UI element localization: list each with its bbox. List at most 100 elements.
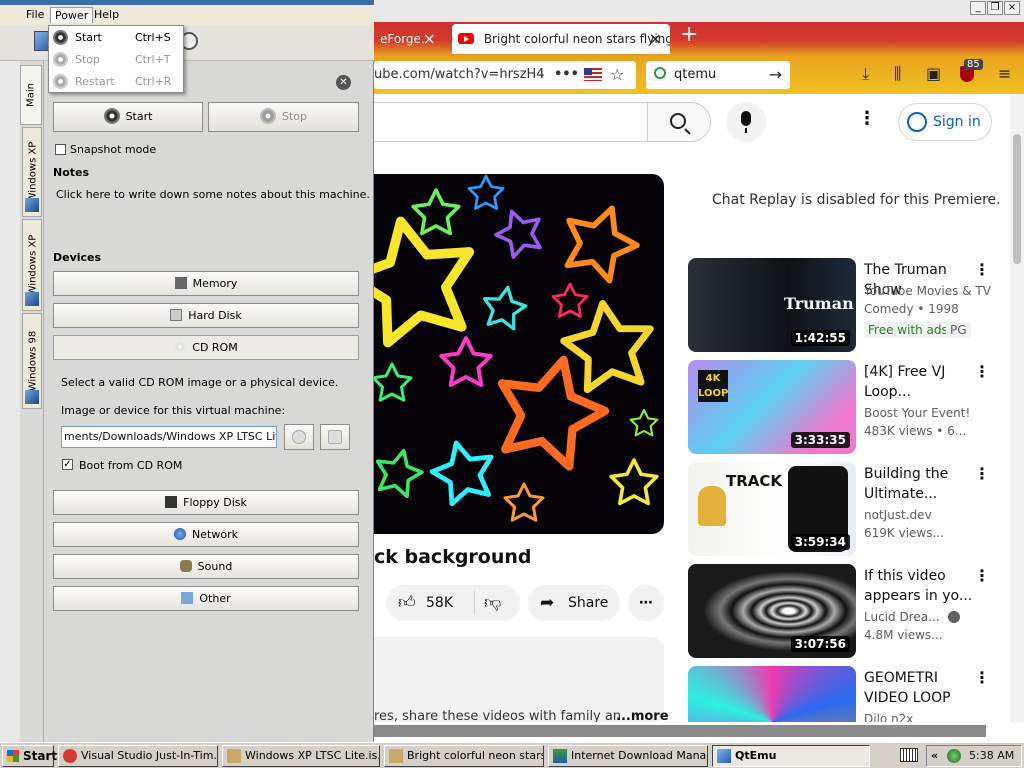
us-flag-icon[interactable] [584,68,602,81]
rec-menu-icon[interactable]: ⋮ [974,464,990,483]
download-icon[interactable]: ⤓ [862,64,869,84]
go-arrow-icon[interactable]: → [769,61,782,89]
tray-expand-icon[interactable]: « [931,746,938,766]
task-label: Internet Download Mana... [571,749,708,762]
system-tray: « 5:38 AM [926,745,1022,767]
menu-file[interactable]: File [22,7,48,23]
boot-cdrom-checkbox[interactable]: ✓ [62,459,73,470]
use-physical-drive-button[interactable] [284,424,314,450]
menu-bar: File Power Help [0,5,374,25]
device-memory-button[interactable]: Memory [53,271,359,296]
task-visual-studio-jit[interactable]: Visual Studio Just-In-Tim... [58,745,218,767]
account-icon [907,112,927,132]
maximize-button[interactable]: ❐ [987,1,1003,15]
keyboard-icon[interactable] [900,748,918,762]
thumbs-down-icon[interactable]: 👎︎ [484,585,501,621]
device-cdrom-button[interactable]: CD ROM [53,335,359,360]
tab-sourceforge[interactable]: eForge. × [374,24,444,54]
stop-button[interactable]: Stop [208,102,359,132]
thumbnail[interactable] [688,666,856,722]
page-actions-icon[interactable]: ••• [554,61,579,89]
tab-windows-xp-2[interactable]: Windows XP [22,219,42,311]
tab-main[interactable]: Main [20,65,42,125]
library-icon[interactable]: ⫼ [894,64,901,84]
close-tab-icon[interactable]: ✕ [336,75,351,90]
power-menu-start[interactable]: Start Ctrl+S [49,27,183,49]
tab-youtube-video[interactable]: Bright colorful neon stars flying in × [452,24,670,54]
sidebar-icon[interactable]: ▣ [926,64,941,83]
task-browser-video[interactable]: Bright colorful neon stars... [384,745,544,767]
network-tray-icon[interactable] [947,749,961,763]
minimize-button[interactable]: _ [970,1,986,15]
recommendation-item[interactable]: TRACK 3:59:34 Building the Ultimate... n… [688,462,990,556]
url-bar[interactable]: ube.com/watch?v=hrszH4 ••• ☆ [374,61,636,89]
device-label: Memory [192,277,238,290]
browse-image-button[interactable] [320,424,350,450]
free-with-ads-badge: Free with ads [864,322,952,338]
description-more-link[interactable]: ...more [616,709,669,722]
thumbnail[interactable]: 4K LOOP 3:33:35 [688,360,856,454]
menu-power[interactable]: Power [50,7,94,23]
device-other-button[interactable]: Other [53,586,359,611]
duration-badge: 3:07:56 [790,636,850,652]
more-options-icon[interactable]: ⋮ [858,108,876,129]
thumbnail[interactable]: TRACK 3:59:34 [688,462,856,556]
tab-close-icon[interactable]: × [423,24,436,54]
task-internet-download-manager[interactable]: Internet Download Mana... [548,745,708,767]
task-label: QtEmu [735,749,777,762]
clock[interactable]: 5:38 AM [969,746,1014,766]
thumbnail[interactable]: Truman 1:42:55 [688,258,856,352]
tab-close-icon[interactable]: × [649,24,662,54]
error-dialog-icon [63,749,77,763]
bookmark-star-icon[interactable]: ☆ [610,61,624,89]
start-button[interactable]: Start [53,102,203,132]
power-menu-stop[interactable]: Stop Ctrl+T [49,49,183,71]
voice-search-button[interactable] [726,102,766,142]
menu-hamburger-icon[interactable]: ≡ [998,64,1011,83]
vertical-scrollbar[interactable] [1010,94,1024,722]
rec-menu-icon[interactable]: ⋮ [974,362,990,381]
device-hard-disk-button[interactable]: Hard Disk [53,303,359,328]
thumbs-up-icon[interactable]: 👍︎ [398,585,416,621]
more-actions-button[interactable]: ⋯ [628,585,664,621]
notes-text[interactable]: Click here to write down some notes abou… [56,188,370,201]
video-player[interactable] [374,174,664,534]
duration-badge: 3:33:35 [790,432,850,448]
image-path-input[interactable]: ments/Downloads/Windows XP LTSC Lite.iso [61,426,277,448]
close-window-button[interactable]: × [1004,1,1020,15]
tab-windows-98[interactable]: Windows 98 [22,313,42,409]
task-windows-xp-iso[interactable]: Windows XP LTSC Lite.is... [222,745,380,767]
new-tab-button[interactable]: + [680,22,698,47]
thumbnail[interactable]: 3:07:56 [688,564,856,658]
recommendation-item[interactable]: 3:07:56 If this video appears in yo... L… [688,564,990,658]
sign-in-button[interactable]: Sign in [898,103,992,141]
rec-menu-icon[interactable]: ⋮ [974,566,990,585]
scroll-thumb[interactable] [1013,134,1021,264]
device-floppy-button[interactable]: Floppy Disk [53,490,359,515]
like-dislike-group: 👍︎ 58K 👎︎ [386,585,520,621]
device-network-button[interactable]: Network [53,522,359,547]
device-sound-button[interactable]: Sound [53,554,359,579]
recommendation-item[interactable]: GEOMETRI VIDEO LOOP Dilo n2x ⋮ [688,666,990,722]
power-icon [103,108,120,124]
thumbnail-text: 4K LOOP [698,370,728,402]
description-box[interactable]: res, share these videos with family an .… [374,637,669,722]
start-button[interactable]: Start [2,745,57,767]
like-count[interactable]: 58K [426,585,453,621]
task-qtemu[interactable]: QtEmu [712,745,870,767]
horizontal-scrollbar[interactable] [374,722,1024,742]
menu-help[interactable]: Help [90,7,123,23]
rec-menu-icon[interactable]: ⋮ [974,260,990,279]
power-menu-restart[interactable]: Restart Ctrl+R [49,71,183,93]
rec-menu-icon[interactable]: ⋮ [974,668,990,687]
tab-windows-xp[interactable]: Windows XP [22,127,42,217]
snapshot-checkbox[interactable] [55,144,66,155]
scroll-thumb[interactable] [374,725,986,737]
yt-search-input[interactable] [374,102,648,142]
yt-search-button[interactable] [647,102,711,142]
other-device-icon [181,592,194,604]
share-button[interactable]: ➦ Share [528,585,620,621]
recommendation-item[interactable]: Truman 1:42:55 The Truman Show YouTube M… [688,258,991,352]
recommendation-item[interactable]: 4K LOOP 3:33:35 [4K] Free VJ Loop... Boo… [688,360,990,454]
search-bar[interactable]: qtemu → [646,61,790,89]
